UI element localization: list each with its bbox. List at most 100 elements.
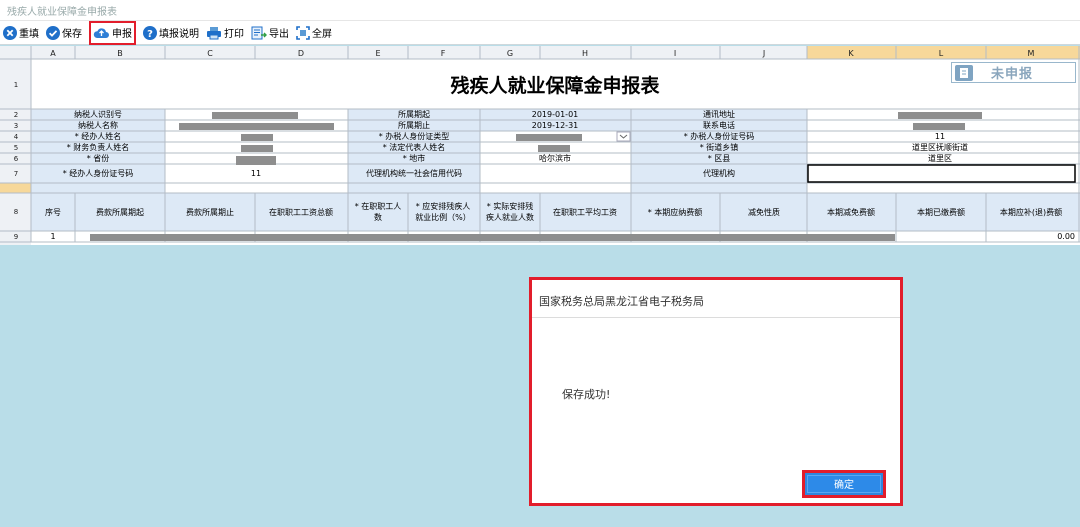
redacted-legal-rep xyxy=(538,145,570,152)
dialog-title: 国家税务总局黑龙江省电子税务局 xyxy=(532,280,900,318)
export-icon xyxy=(251,26,267,39)
id-type-dropdown[interactable] xyxy=(616,131,631,142)
spreadsheet-grid[interactable]: A B C D E F G H I J K L M 1 2 3 4 5 6 7 … xyxy=(0,46,1080,245)
spreadsheet[interactable]: A B C D E F G H I J K L M 1 2 3 4 5 6 7 … xyxy=(0,46,1080,245)
redacted-taxpayer-id xyxy=(212,112,298,119)
reset-button[interactable]: 重填 xyxy=(3,23,39,43)
label-phone: 联系电话 xyxy=(703,120,735,130)
label-period-start: 所属期起 xyxy=(398,109,430,119)
cloud-upload-icon xyxy=(93,27,109,38)
col-header-l: L xyxy=(939,49,944,58)
printer-icon xyxy=(207,26,221,39)
row-header-2: 2 xyxy=(14,111,18,119)
redacted-row-data xyxy=(90,234,895,241)
label-id-type: * 办税人身份证类型 xyxy=(379,131,450,141)
header-actual-1: * 实际安排残 xyxy=(487,201,534,211)
header-staff-count-2: 数 xyxy=(374,212,382,222)
header-period-start: 费款所属期起 xyxy=(96,207,144,217)
redacted-id-type xyxy=(516,134,582,141)
value-period-end[interactable]: 2019-12-31 xyxy=(532,121,579,130)
row9-index: 1 xyxy=(50,232,55,241)
row-header-4: 4 xyxy=(14,133,19,141)
redacted-handler-name xyxy=(241,134,273,141)
close-circle-icon xyxy=(3,25,17,40)
label-district: * 区县 xyxy=(708,154,731,163)
declare-label: 申报 xyxy=(112,29,132,40)
document-icon xyxy=(955,64,973,81)
sheet-title: 残疾人就业保障金申报表 xyxy=(450,74,660,97)
label-legal-rep: * 法定代表人姓名 xyxy=(383,142,446,152)
col-header-g: G xyxy=(507,49,513,58)
col-header-b: B xyxy=(117,49,123,58)
svg-text:?: ? xyxy=(147,29,153,40)
row-header-5: 5 xyxy=(14,144,18,152)
redacted-province xyxy=(236,156,276,165)
header-avg-wage: 在职职工平均工资 xyxy=(553,207,617,217)
col-header-c: C xyxy=(207,49,213,58)
col-header-e: E xyxy=(375,49,380,58)
export-button[interactable]: 导出 xyxy=(251,23,289,43)
window-title: 残疾人就业保障金申报表 xyxy=(0,0,1080,21)
row-header-6: 6 xyxy=(14,155,19,163)
value-street[interactable]: 道里区抚顺街道 xyxy=(912,142,968,152)
label-period-end: 所属期止 xyxy=(398,120,430,130)
label-taxpayer-id: 纳税人识别号 xyxy=(74,109,122,119)
header-relief-type: 减免性质 xyxy=(748,207,780,217)
label-province: * 省份 xyxy=(87,153,110,163)
help-button[interactable]: ? 填报说明 xyxy=(143,23,199,43)
col-header-m: M xyxy=(1028,49,1035,58)
question-circle-icon: ? xyxy=(143,25,157,40)
col-header-h: H xyxy=(582,49,588,58)
label-taxpayer-name: 纳税人名称 xyxy=(78,120,118,130)
header-payable: * 本期应纳费额 xyxy=(648,207,703,217)
header-paid-amount: 本期已缴费额 xyxy=(917,207,965,217)
save-label: 保存 xyxy=(62,29,82,40)
header-ratio-2: 就业比例（%） xyxy=(415,212,471,222)
header-actual-2: 疾人就业人数 xyxy=(486,212,534,222)
message-dialog: 国家税务总局黑龙江省电子税务局 保存成功! 确定 xyxy=(529,277,903,506)
dialog-message: 保存成功! xyxy=(562,388,611,401)
value-city[interactable]: 哈尔滨市 xyxy=(539,153,571,163)
label-handler-id: * 经办人身份证号码 xyxy=(63,168,134,178)
redacted-address xyxy=(898,112,982,119)
fullscreen-icon xyxy=(296,25,310,40)
header-index: 序号 xyxy=(45,207,61,217)
help-label: 填报说明 xyxy=(159,29,199,40)
declare-button[interactable]: 申报 xyxy=(89,20,136,45)
col-header-j: J xyxy=(762,49,765,58)
value-handler-id-number[interactable]: 11 xyxy=(935,132,945,141)
col-header-f: F xyxy=(441,49,446,58)
toolbar: 重填 保存 申报 ? 填报说明 打印 导出 全屏 xyxy=(0,20,1080,45)
redacted-taxpayer-name xyxy=(179,123,334,130)
export-label: 导出 xyxy=(269,29,289,40)
header-ratio-1: * 应安排残疾人 xyxy=(416,201,471,211)
value-period-start[interactable]: 2019-01-01 xyxy=(532,110,579,119)
label-city: * 地市 xyxy=(403,153,426,163)
status-stamp: 未申报 xyxy=(951,62,1076,83)
status-stamp-label: 未申报 xyxy=(991,67,1034,82)
check-circle-icon xyxy=(46,25,60,40)
row-header-8: 8 xyxy=(14,208,18,216)
label-finance-head: * 财务负责人姓名 xyxy=(67,142,130,152)
print-button[interactable]: 打印 xyxy=(206,23,244,43)
row9-total[interactable]: 0.00 xyxy=(1057,232,1075,241)
label-agency-credit-code: 代理机构统一社会信用代码 xyxy=(366,168,462,178)
value-handler-id[interactable]: 11 xyxy=(251,169,261,178)
value-district[interactable]: 道里区 xyxy=(928,153,952,163)
header-staff-count-1: * 在职职工人 xyxy=(355,201,402,211)
fullscreen-label: 全屏 xyxy=(312,29,332,40)
fullscreen-button[interactable]: 全屏 xyxy=(296,23,332,43)
row-header-1: 1 xyxy=(14,81,18,89)
col-header-a: A xyxy=(50,49,56,58)
redacted-finance-head xyxy=(241,145,273,152)
save-button[interactable]: 保存 xyxy=(46,23,82,43)
reset-label: 重填 xyxy=(19,29,39,40)
print-label: 打印 xyxy=(224,29,244,40)
ok-button-label: 确定 xyxy=(807,475,881,493)
redacted-phone xyxy=(913,123,965,130)
row-header-9: 9 xyxy=(14,233,18,241)
label-agency: 代理机构 xyxy=(703,168,735,178)
col-header-d: D xyxy=(298,49,304,58)
ok-button[interactable]: 确定 xyxy=(802,470,886,498)
label-address: 通讯地址 xyxy=(703,109,735,119)
